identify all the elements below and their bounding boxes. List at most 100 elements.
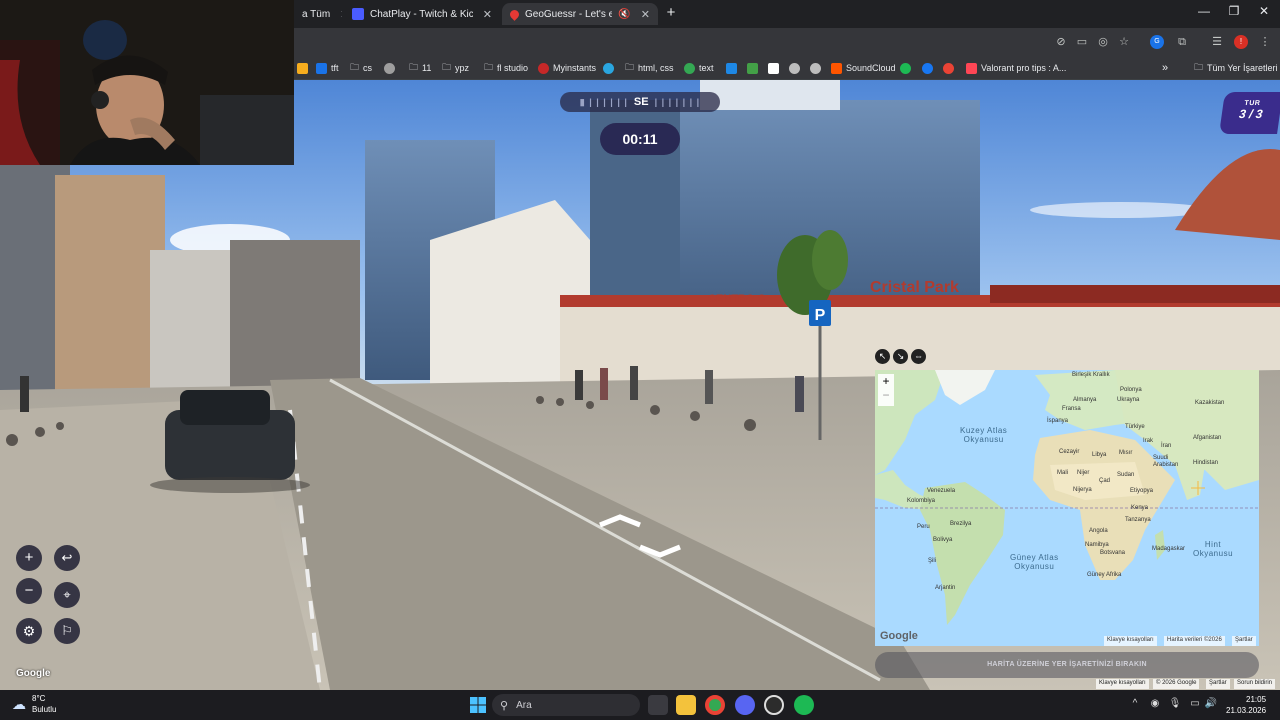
compass-ticks-left: ▮ | | | | | | (579, 96, 628, 107)
country-label: Angola (1089, 528, 1108, 534)
star-bookmark-icon[interactable]: ☆ (1117, 35, 1131, 49)
bookmark-item[interactable] (768, 60, 779, 76)
settings-gear-icon[interactable]: ⚙ (16, 618, 42, 644)
zoom-out-button[interactable]: − (16, 578, 42, 604)
bookmark-icon (747, 62, 758, 74)
bookmark-item[interactable]: SoundCloud (831, 60, 896, 76)
compass: ▮ | | | | | | SE | | | | | | | (560, 92, 720, 112)
volume-icon[interactable]: 🔊 (1204, 698, 1218, 709)
extension-icon[interactable]: G (1150, 35, 1164, 49)
undo-move-icon[interactable]: ↩ (54, 545, 80, 571)
bookmark-item[interactable] (922, 60, 933, 76)
bookmark-item[interactable] (943, 60, 954, 76)
menu-kebab-icon[interactable]: ⋮ (1258, 35, 1272, 49)
bookmark-item[interactable] (297, 60, 308, 76)
zoom-in-button[interactable]: + (16, 545, 42, 571)
file-explorer-icon[interactable] (676, 695, 696, 715)
tracking-icon[interactable]: ◎ (1096, 35, 1110, 49)
tab-chatplay[interactable]: ChatPlay - Twitch & Kick İzleyic ✕ (344, 3, 500, 25)
discord-icon[interactable] (735, 695, 755, 715)
country-label: Tanzanya (1125, 517, 1151, 523)
flag-icon[interactable]: ⚐ (54, 618, 80, 644)
map-zoom-out-button[interactable]: − (878, 388, 894, 402)
bookmark-folder[interactable]: 🗀 11 (409, 60, 431, 76)
page-footer-terms[interactable]: Şartlar (1206, 679, 1230, 689)
bookmark-item[interactable]: Valorant pro tips : A... (966, 60, 1066, 76)
spotify-icon[interactable] (794, 695, 814, 715)
return-to-start-icon[interactable]: ⌖ (54, 582, 80, 608)
muted-audio-icon[interactable]: 🔇 (618, 9, 630, 20)
bookmark-item[interactable] (789, 60, 800, 76)
bookmark-item[interactable] (603, 60, 614, 76)
discord-tray-icon[interactable]: ◉ (1148, 698, 1162, 709)
country-label: Almanya (1073, 397, 1097, 403)
tab-title: ChatPlay - Twitch & Kick İzleyic (370, 8, 473, 20)
map-footer-terms[interactable]: Şartlar (1232, 636, 1256, 646)
tab-close-icon[interactable]: ✕ (340, 8, 342, 21)
tab-close-icon[interactable]: ✕ (641, 8, 650, 21)
bookmark-icon (384, 62, 395, 74)
country-label: Madagaskar (1152, 546, 1186, 552)
tab-geoguessr[interactable]: GeoGuessr - Let's explore th 🔇 ✕ (502, 3, 658, 25)
maximize-button[interactable]: ❐ (1220, 4, 1248, 18)
country-label: İran (1161, 443, 1172, 449)
bookmark-folder[interactable]: 🗀 cs (350, 60, 372, 76)
page-footer-report[interactable]: Sorun bildirin (1234, 679, 1276, 689)
place-guess-button[interactable]: HARİTA ÜZERİNE YER İŞARETİNİZİ BIRAKIN (875, 652, 1259, 678)
minimize-button[interactable]: — (1190, 4, 1218, 18)
country-label: Türkiye (1125, 424, 1145, 430)
cast-icon[interactable]: ▭ (1075, 35, 1089, 49)
weather-widget[interactable]: ☁ 8°C Bulutlu (12, 693, 56, 715)
bookmark-icon (316, 62, 327, 74)
map-zoom-in-button[interactable]: + (878, 374, 894, 388)
page-footer-shortcuts[interactable]: Klavye kısayolları (1096, 679, 1149, 689)
profile-avatar[interactable]: ! (1234, 35, 1248, 49)
map-shrink-icon[interactable]: ↘ (893, 349, 908, 364)
round-label: TUR (1243, 100, 1261, 107)
country-label: Libya (1092, 452, 1107, 458)
display-icon[interactable]: ▭ (1188, 698, 1202, 709)
tab-title: a Tüm (302, 8, 331, 20)
country-label: Çad (1099, 478, 1111, 484)
bookmark-icon (297, 62, 308, 74)
country-label: Kazakistan (1195, 400, 1225, 406)
bookmark-item[interactable] (747, 60, 758, 76)
bookmark-folder[interactable]: 🗀 ypz (442, 60, 469, 76)
bookmark-item[interactable]: Myinstants (538, 60, 596, 76)
bookmark-item[interactable] (384, 60, 395, 76)
microphone-icon[interactable]: 🎙 (1168, 698, 1182, 709)
bookmark-item[interactable] (900, 60, 911, 76)
bookmark-item[interactable]: text (684, 60, 714, 76)
obs-icon[interactable] (764, 695, 784, 715)
country-label: Mısır (1119, 450, 1133, 456)
task-view-icon[interactable] (648, 695, 668, 715)
close-window-button[interactable]: ✕ (1250, 4, 1278, 18)
map-pin-icon[interactable]: ⇔ (911, 349, 926, 364)
all-bookmarks-folder[interactable]: 🗀 Tüm Yer İşaretleri (1194, 60, 1278, 76)
bookmark-icon (768, 62, 779, 74)
map-footer-shortcuts[interactable]: Klavye kısayolları (1104, 636, 1157, 646)
bookmark-item[interactable] (726, 60, 737, 76)
reading-list-icon[interactable]: ☰ (1210, 35, 1224, 49)
taskbar-search[interactable]: ⚲ Ara (492, 694, 640, 716)
country-label: Güney Afrika (1087, 572, 1122, 578)
country-label: Kenya (1131, 505, 1149, 511)
tab-close-icon[interactable]: ✕ (483, 8, 492, 21)
chrome-icon[interactable] (705, 695, 725, 715)
bookmarks-overflow-button[interactable]: » (1162, 60, 1168, 76)
map-expand-icon[interactable]: ↖ (875, 349, 890, 364)
tray-overflow-icon[interactable]: ^ (1128, 698, 1142, 709)
bookmark-item[interactable] (810, 60, 821, 76)
new-tab-button[interactable]: + (662, 4, 680, 22)
bookmark-folder[interactable]: 🗀 html, css (625, 60, 674, 76)
clock-date: 21.03.2026 (1226, 706, 1267, 715)
bookmark-item[interactable]: tft (316, 60, 339, 76)
bookmark-folder[interactable]: 🗀 fl studio (484, 60, 528, 76)
eye-off-icon[interactable]: ⊘ (1054, 35, 1068, 49)
system-clock[interactable]: 21:05 21.03.2026 (1226, 694, 1266, 716)
tab-twitch[interactable]: a Tüm ✕ (294, 3, 342, 25)
windows-start-icon[interactable] (468, 695, 488, 715)
guess-map[interactable]: + − Kuzey Atlas Okyanusu Güney Atlas Okyan… (875, 370, 1259, 646)
extensions-puzzle-icon[interactable]: ⧉ (1175, 35, 1189, 49)
weather-temp: 8°C (32, 694, 46, 703)
